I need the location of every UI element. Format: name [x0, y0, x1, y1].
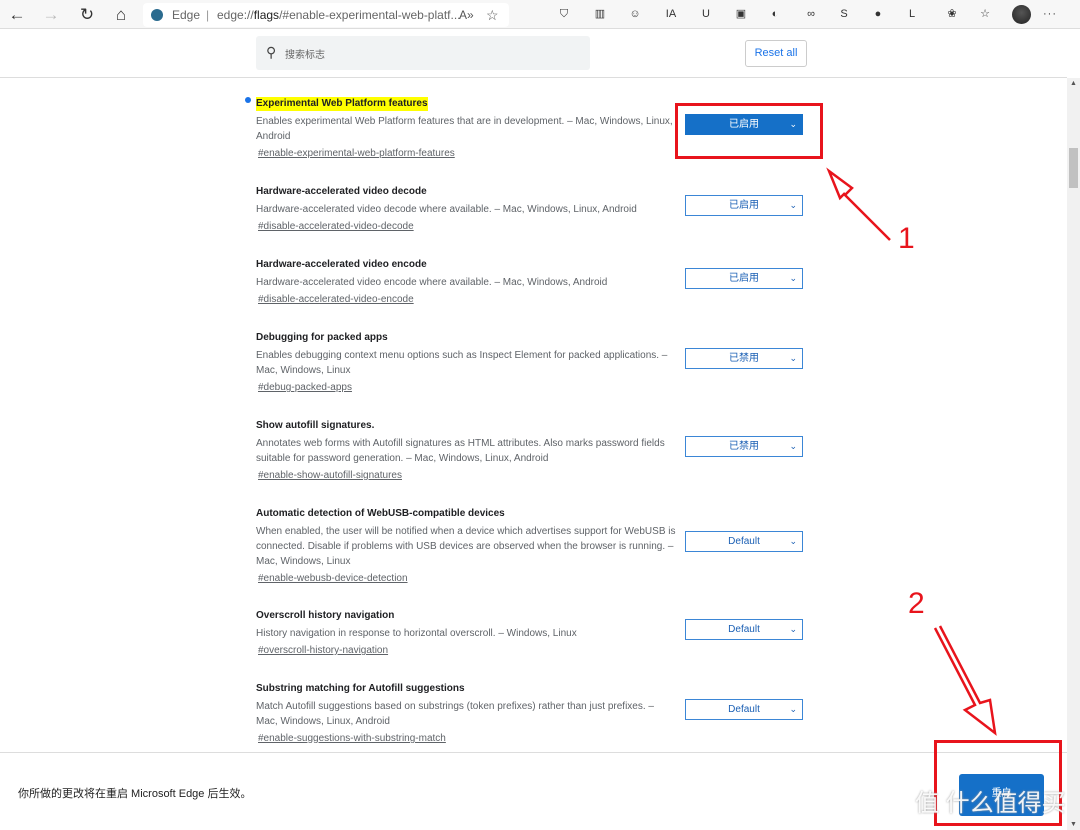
arrow-2	[933, 625, 997, 736]
arrow-1	[826, 167, 891, 241]
annotation-arrows	[826, 167, 997, 736]
watermark-logo: 值 什么值得买	[915, 790, 1066, 817]
annotation-number-1: 1	[898, 222, 915, 255]
annotation-number-2: 2	[908, 587, 925, 620]
